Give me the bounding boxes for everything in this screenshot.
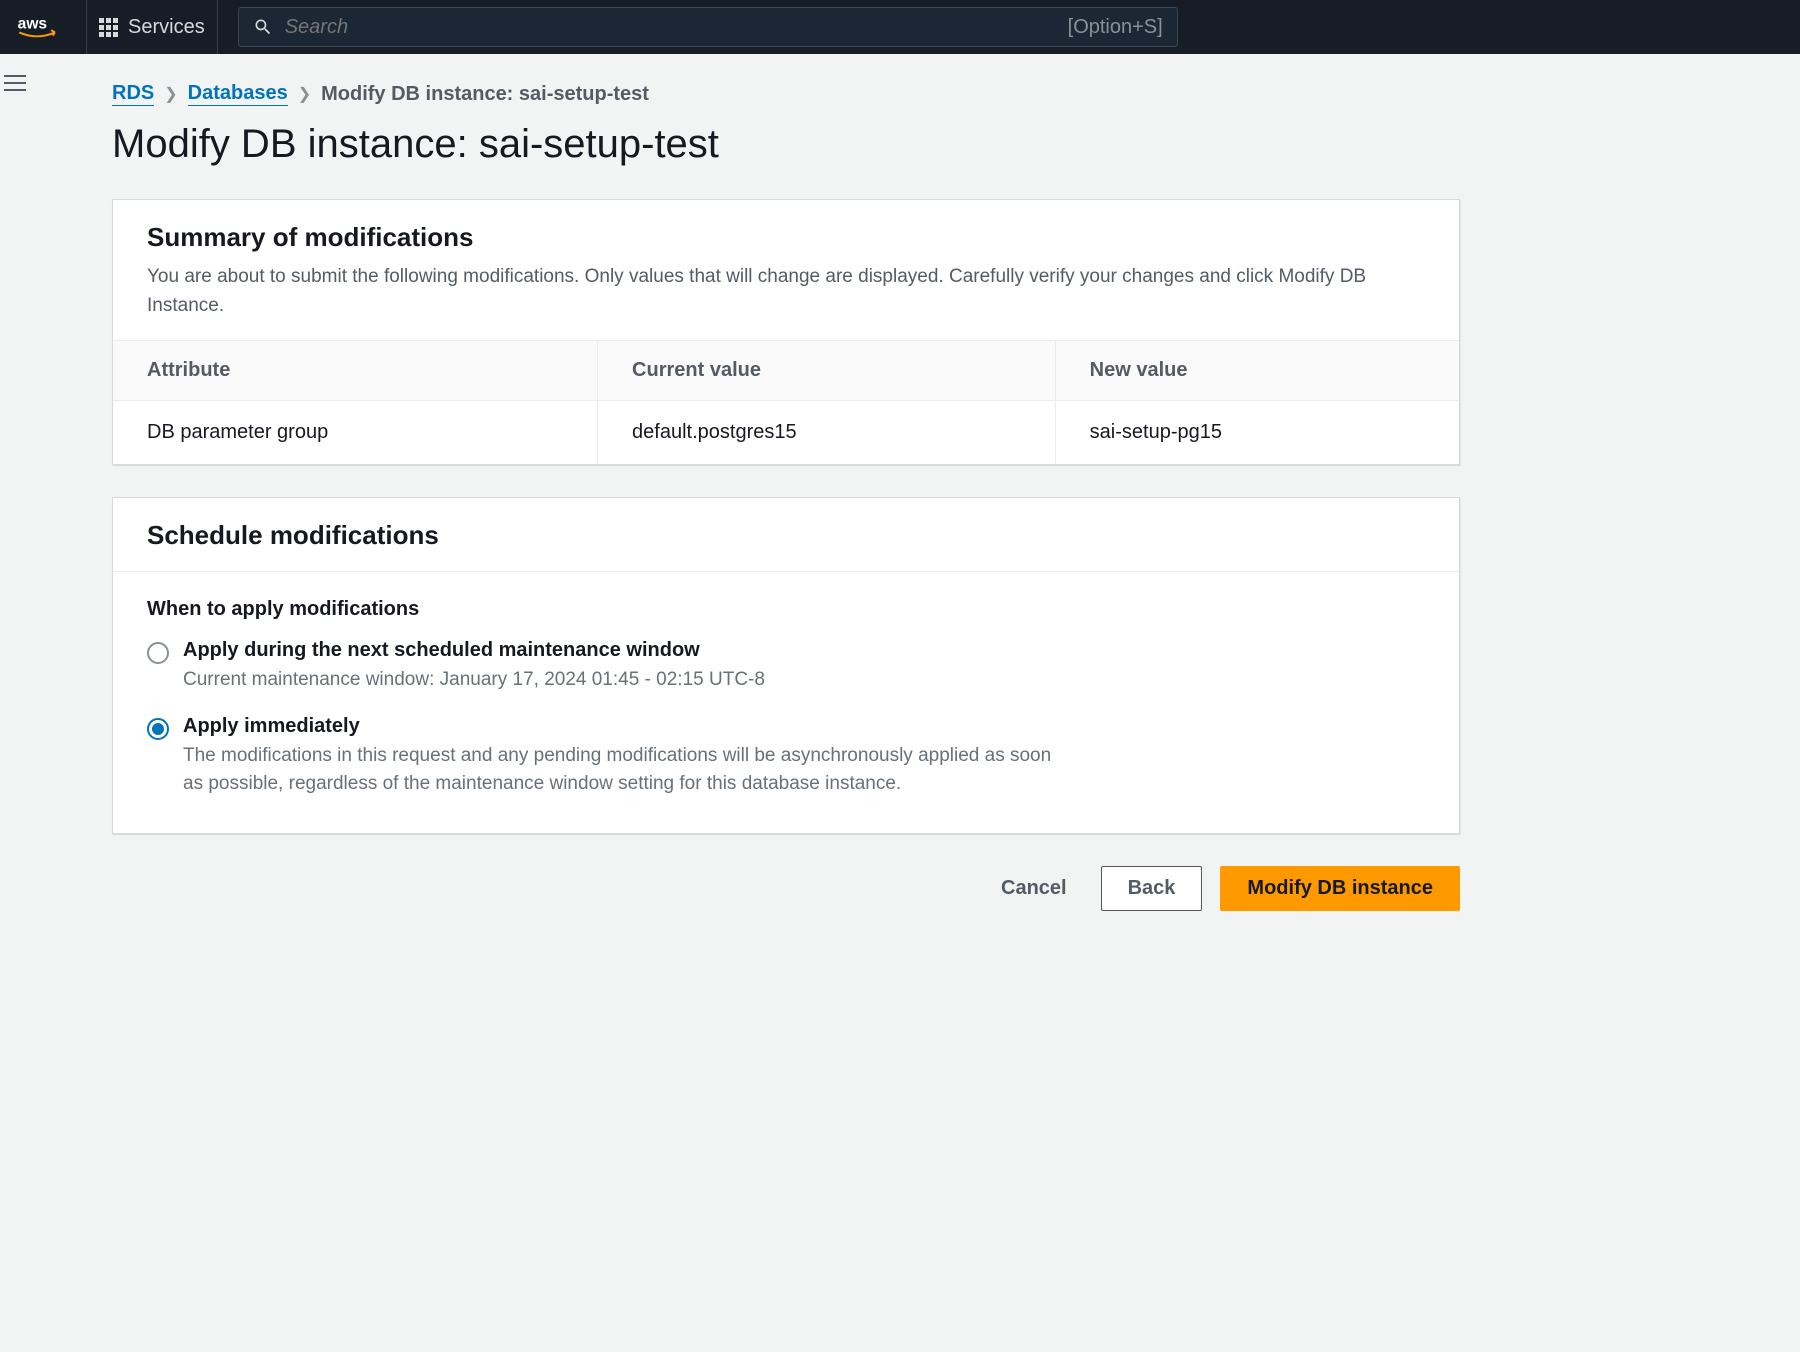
breadcrumb-current: Modify DB instance: sai-setup-test [321, 83, 649, 106]
radio-option-immediately[interactable]: Apply immediately The modifications in t… [147, 715, 1425, 799]
back-button[interactable]: Back [1101, 866, 1203, 911]
breadcrumb-databases[interactable]: Databases [188, 82, 288, 106]
col-current: Current value [598, 341, 1056, 401]
summary-description: You are about to submit the following mo… [147, 263, 1425, 320]
services-label: Services [128, 16, 205, 39]
radio-option-maintenance-window[interactable]: Apply during the next scheduled maintena… [147, 639, 1425, 695]
search-input[interactable] [285, 16, 1056, 39]
main-content: RDS ❯ Databases ❯ Modify DB instance: sa… [0, 54, 1460, 951]
when-to-apply-label: When to apply modifications [147, 598, 1425, 621]
radio-hint: Current maintenance window: January 17, … [183, 666, 1063, 695]
modifications-table: Attribute Current value New value DB par… [113, 341, 1459, 464]
col-new: New value [1055, 341, 1459, 401]
summary-header: Summary of modifications You are about t… [113, 200, 1459, 341]
radio-label[interactable]: Apply during the next scheduled maintena… [183, 639, 1425, 662]
breadcrumb: RDS ❯ Databases ❯ Modify DB instance: sa… [112, 82, 1460, 106]
schedule-title: Schedule modifications [147, 520, 1425, 551]
radio-input[interactable] [147, 718, 169, 740]
aws-logo[interactable]: aws [16, 13, 66, 41]
search-icon [253, 17, 273, 37]
summary-panel: Summary of modifications You are about t… [112, 199, 1460, 465]
modify-db-instance-button[interactable]: Modify DB instance [1220, 866, 1460, 911]
cancel-button[interactable]: Cancel [985, 867, 1083, 910]
cell-new: sai-setup-pg15 [1055, 401, 1459, 465]
schedule-header: Schedule modifications [113, 498, 1459, 572]
action-buttons: Cancel Back Modify DB instance [112, 866, 1460, 911]
schedule-panel: Schedule modifications When to apply mod… [112, 497, 1460, 834]
top-nav: aws Services [Option+S] [0, 0, 1800, 54]
schedule-body: When to apply modifications Apply during… [113, 572, 1459, 833]
radio-content: Apply immediately The modifications in t… [183, 715, 1425, 799]
chevron-right-icon: ❯ [164, 84, 177, 104]
breadcrumb-rds[interactable]: RDS [112, 82, 154, 106]
svg-text:aws: aws [18, 16, 48, 33]
summary-title: Summary of modifications [147, 222, 1425, 253]
radio-hint: The modifications in this request and an… [183, 742, 1063, 799]
radio-label[interactable]: Apply immediately [183, 715, 1425, 738]
radio-input[interactable] [147, 642, 169, 664]
search-container[interactable]: [Option+S] [238, 7, 1178, 47]
radio-content: Apply during the next scheduled maintena… [183, 639, 1425, 695]
table-row: DB parameter group default.postgres15 sa… [113, 401, 1459, 465]
cell-attribute: DB parameter group [113, 401, 598, 465]
chevron-right-icon: ❯ [298, 84, 311, 104]
search-shortcut: [Option+S] [1068, 16, 1163, 39]
services-menu[interactable]: Services [86, 0, 218, 54]
cell-current: default.postgres15 [598, 401, 1056, 465]
page-title: Modify DB instance: sai-setup-test [112, 122, 1460, 167]
grid-icon [99, 18, 118, 37]
col-attribute: Attribute [113, 341, 598, 401]
sidebar-toggle[interactable] [4, 70, 26, 96]
